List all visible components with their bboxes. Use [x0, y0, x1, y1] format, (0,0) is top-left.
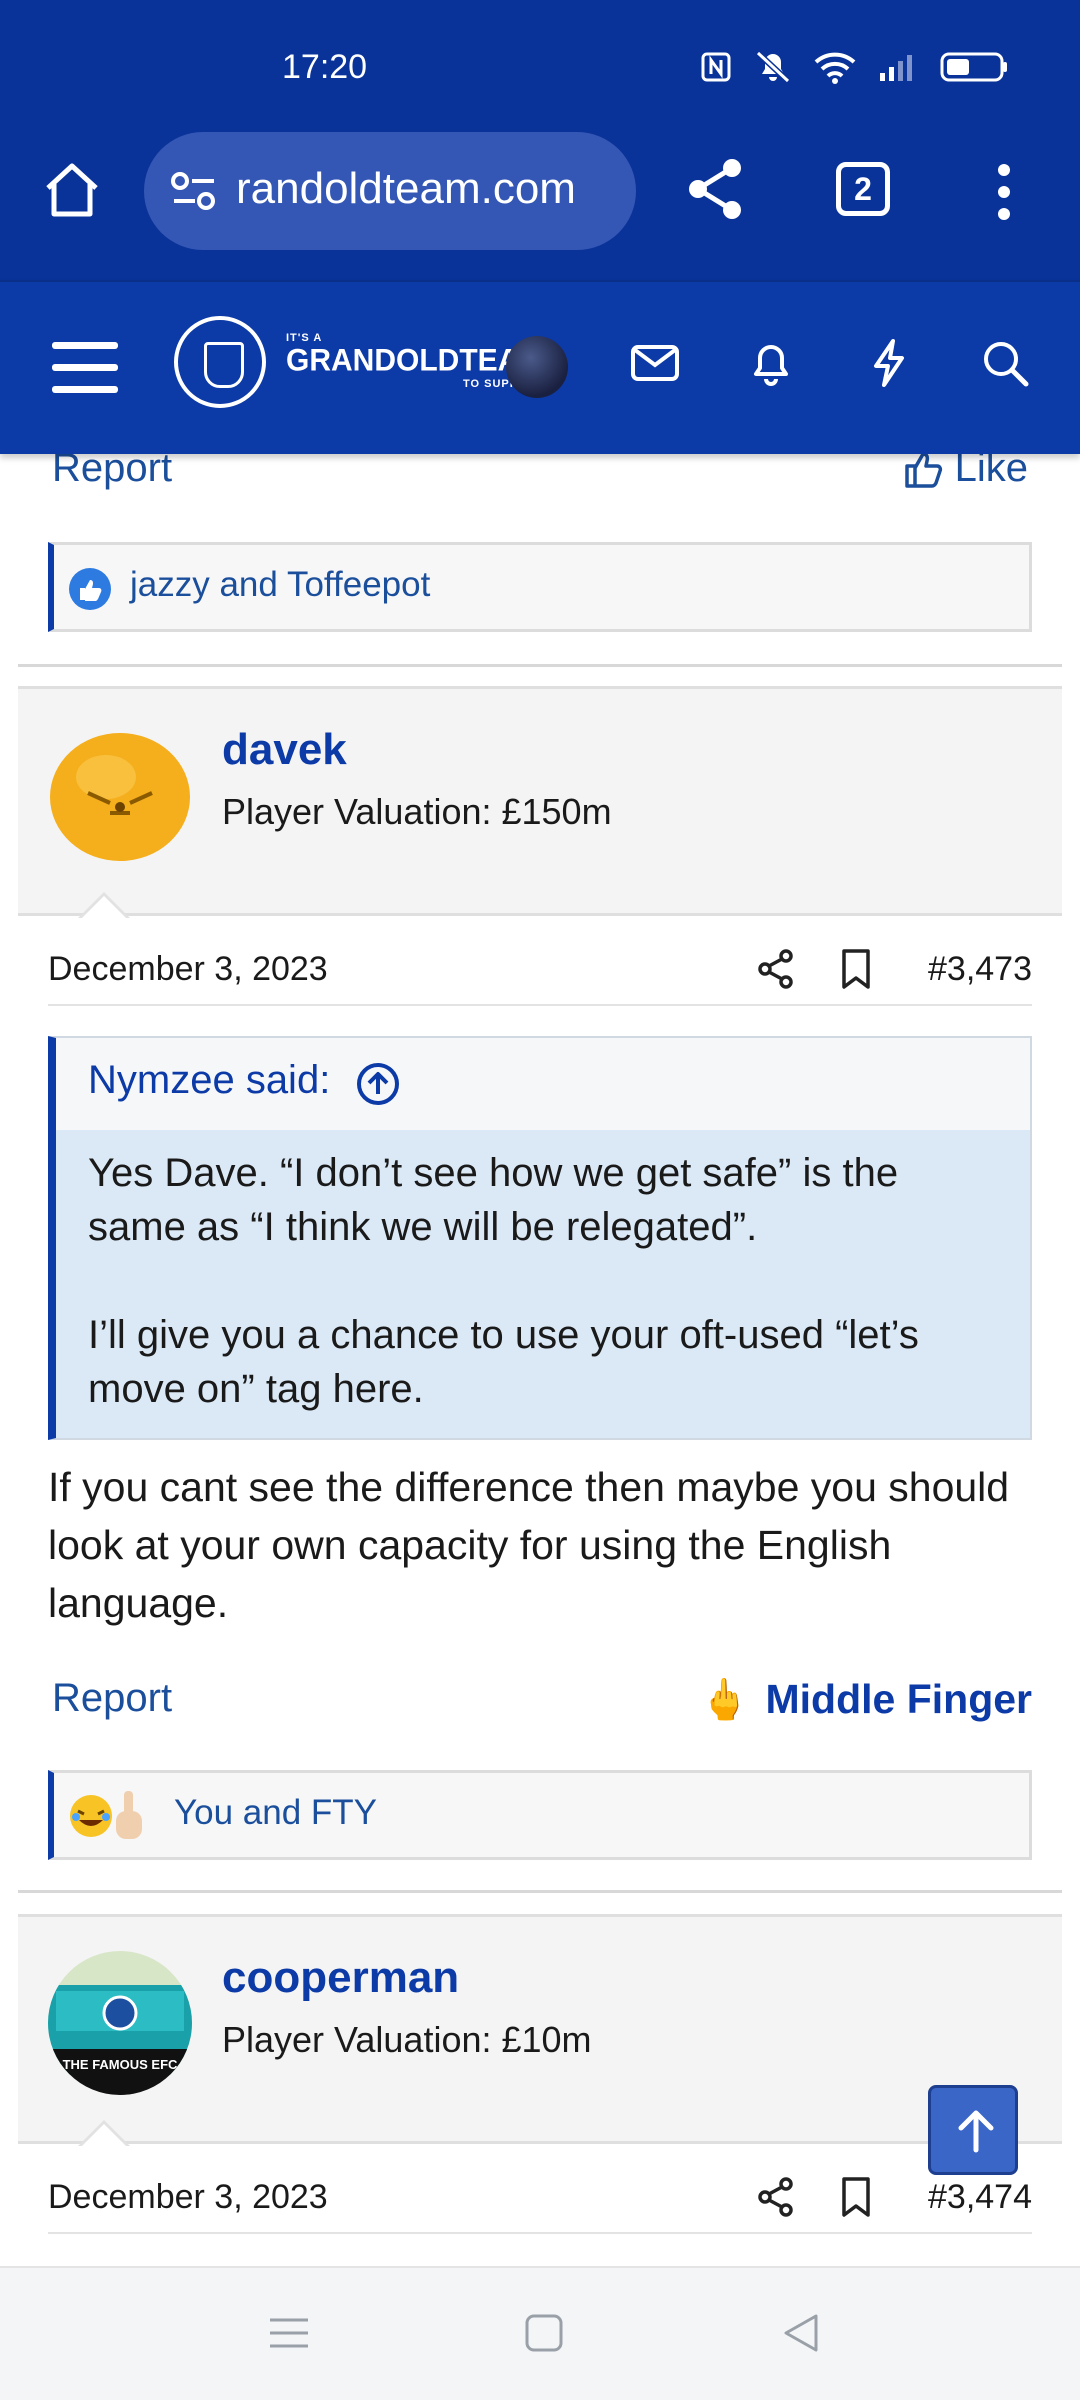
more-menu-icon[interactable]	[992, 162, 1016, 222]
home-nav-icon[interactable]	[524, 2312, 564, 2354]
avatar-cooperman[interactable]: THE FAMOUS EFC	[48, 1951, 192, 2095]
system-navigation-bar	[0, 2266, 1080, 2400]
quote-header[interactable]: Nymzee said:	[56, 1038, 1030, 1130]
recents-icon[interactable]	[268, 2312, 310, 2354]
lightning-icon[interactable]	[864, 338, 914, 388]
post-user-title: Player Valuation: £150m	[222, 791, 612, 832]
quote-author[interactable]: Nymzee said:	[88, 1058, 330, 1103]
share-post-icon[interactable]	[756, 948, 796, 990]
scroll-to-top-button[interactable]	[928, 2085, 1018, 2175]
nfc-icon	[701, 52, 731, 82]
quote-paragraph-1: Yes Dave. “I don’t see how we get safe” …	[88, 1151, 899, 1249]
avatar-caption: THE FAMOUS EFC	[63, 2057, 178, 2072]
status-time: 17:20	[282, 48, 368, 86]
mail-icon[interactable]	[630, 338, 680, 388]
search-icon[interactable]	[980, 338, 1030, 388]
browser-chrome: 17:20 randoldteam.com 2	[0, 0, 1080, 280]
post-user-block: davek Player Valuation: £150m	[18, 686, 1062, 916]
share-post-icon[interactable]	[756, 2176, 796, 2218]
like-button[interactable]: Like	[903, 454, 1028, 491]
site-logo-crest[interactable]	[174, 316, 266, 408]
signal-icon	[880, 55, 912, 81]
bell-icon[interactable]	[746, 338, 796, 388]
mute-icon	[755, 50, 791, 84]
like-reaction-icon	[69, 568, 111, 610]
post-user-title: Player Valuation: £10m	[222, 2019, 592, 2060]
avatar-davek[interactable]	[48, 723, 192, 867]
middle-finger-reaction-icon	[116, 1791, 142, 1839]
reaction-label: Middle Finger	[765, 1676, 1033, 1722]
jump-to-quote-icon[interactable]	[356, 1062, 400, 1106]
laughing-reaction-icon	[70, 1795, 112, 1837]
user-avatar[interactable]	[506, 336, 568, 398]
url-bar[interactable]: randoldteam.com	[144, 132, 636, 250]
post-date[interactable]: December 3, 2023	[48, 2178, 328, 2217]
share-icon[interactable]	[684, 156, 746, 222]
post-date[interactable]: December 3, 2023	[48, 950, 328, 989]
reaction-button[interactable]: 🖕 Middle Finger	[700, 1676, 1032, 1723]
reactions-bar[interactable]: jazzy and Toffeepot	[48, 542, 1032, 632]
reactions-text: You and FTY	[174, 1793, 378, 1832]
post-body: If you cant see the difference then mayb…	[48, 1464, 1010, 1626]
site-header: IT'S A GRANDOLDTEAM TO SUPPORT	[0, 280, 1080, 454]
hamburger-menu-icon[interactable]	[52, 340, 118, 396]
quote-block: Nymzee said: Yes Dave. “I don’t see how …	[48, 1036, 1032, 1440]
post-number[interactable]: #3,473	[928, 950, 1032, 989]
like-label: Like	[954, 454, 1028, 490]
report-link[interactable]: Report	[52, 454, 172, 491]
post-notch	[78, 2120, 130, 2147]
post-username[interactable]: davek	[222, 725, 347, 775]
post-number[interactable]: #3,474	[928, 2178, 1032, 2217]
url-text: randoldteam.com	[236, 164, 576, 213]
thread-content: Report Like jazzy and Toffeepot davek Pl…	[0, 454, 1080, 2266]
reactions-bar[interactable]: You and FTY	[48, 1770, 1032, 1860]
post-header-divider	[48, 1004, 1032, 1006]
post-divider	[18, 664, 1062, 667]
post-divider	[18, 1890, 1062, 1893]
middle-finger-icon: 🖕	[699, 1678, 750, 1722]
arrow-up-icon	[958, 2110, 994, 2153]
quote-paragraph-2: I’ll give you a chance to use your oft-u…	[88, 1313, 919, 1411]
bookmark-icon[interactable]	[840, 948, 872, 990]
bookmark-icon[interactable]	[840, 2176, 872, 2218]
battery-icon	[940, 52, 1007, 82]
tab-switcher-button[interactable]: 2	[836, 162, 890, 216]
reactions-text: jazzy and Toffeepot	[130, 565, 431, 604]
post-user-block: THE FAMOUS EFC cooperman Player Valuatio…	[18, 1914, 1062, 2144]
site-settings-icon[interactable]	[170, 170, 218, 212]
back-icon[interactable]	[780, 2312, 822, 2354]
quote-body: Yes Dave. “I don’t see how we get safe” …	[56, 1130, 1030, 1436]
post-header-divider	[48, 2232, 1032, 2234]
home-icon[interactable]	[40, 158, 104, 222]
status-icons	[700, 50, 1010, 84]
thumbs-up-icon	[904, 454, 942, 488]
report-link[interactable]: Report	[52, 1676, 172, 1721]
post-username[interactable]: cooperman	[222, 1953, 459, 2003]
post-notch	[78, 892, 130, 919]
wifi-icon	[814, 52, 856, 84]
